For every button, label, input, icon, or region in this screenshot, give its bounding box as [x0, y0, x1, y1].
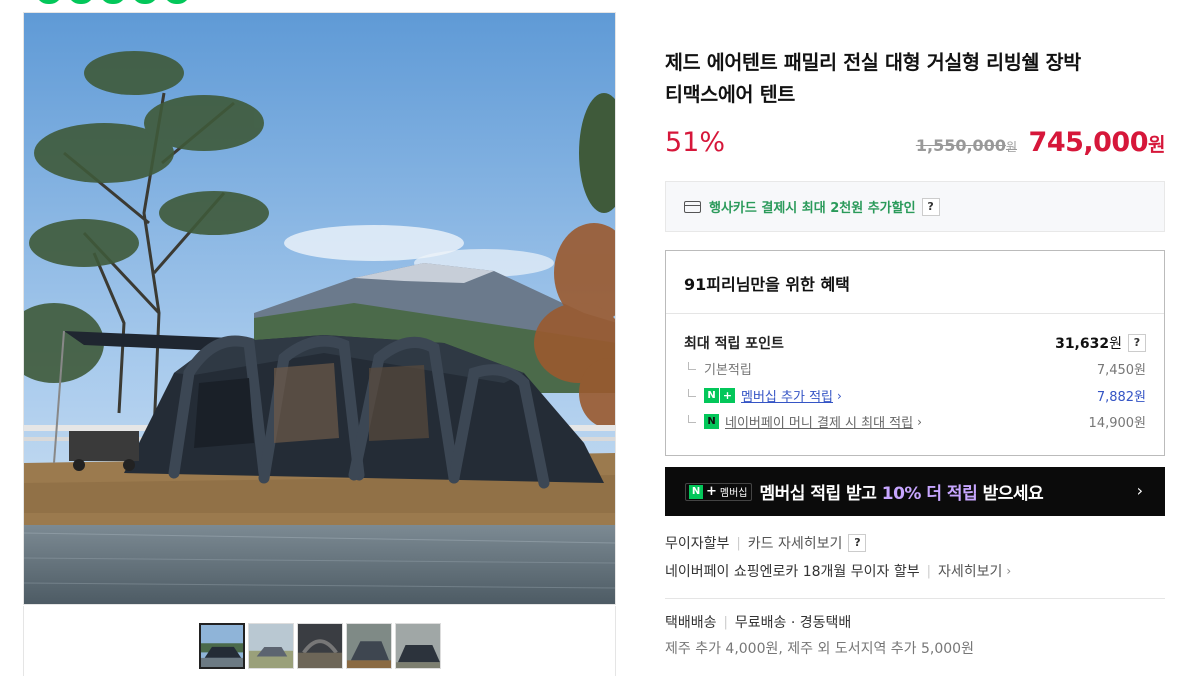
main-product-photo[interactable]	[23, 12, 616, 605]
chevron-right-icon: ›	[1006, 564, 1012, 578]
thumbnail-1[interactable]	[199, 623, 245, 669]
naver-plus-membership-badge: N + 멤버십	[685, 482, 752, 501]
chevron-right-icon: ›	[917, 414, 922, 429]
card-promo-text: 행사카드 결제시 최대 2천원 추가할인	[709, 201, 916, 216]
naver-plus-membership-icon: N +	[704, 388, 735, 403]
membership-points-row: N + 멤버십 추가 적립 › 7,882원	[684, 386, 1146, 405]
thumbnail-2[interactable]	[248, 623, 294, 669]
naver-pay-icon: N	[704, 414, 719, 429]
mb-n-glyph: N	[689, 484, 703, 499]
benefits-title: 91피리님만을 위한 혜택	[684, 275, 850, 294]
tent-photo-illustration	[24, 13, 615, 604]
credit-card-icon	[684, 200, 701, 213]
npay-points-row: N 네이버페이 머니 결제 시 최대 적립 › 14,900원	[684, 412, 1146, 431]
base-points-label-text: 기본적립	[704, 363, 752, 378]
shipping-extra-row: 제주 추가 4,000원, 제주 외 도서지역 추가 5,000원	[665, 638, 974, 658]
max-points-row: 최대 적립 포인트 31,632원 ?	[684, 333, 1146, 353]
chevron-right-icon: ›	[1136, 481, 1143, 500]
shipping-type: 택배배송	[665, 615, 717, 631]
card-promo-help-button[interactable]: ?	[921, 197, 940, 216]
card-detail-link[interactable]: 카드 자세히보기	[748, 533, 843, 553]
card-discount-promo[interactable]: 행사카드 결제시 최대 2천원 추가할인 ?	[665, 181, 1165, 232]
mb-text-highlight: 10% 더 적립	[881, 484, 978, 504]
original-price-currency: 원	[1005, 140, 1017, 154]
membership-banner-text: 멤버십 적립 받고 10% 더 적립 받으세요	[760, 479, 1044, 504]
installment-row: 무이자할부 | 카드 자세히보기 ?	[665, 533, 867, 553]
npay-installment-row: 네이버페이 쇼핑엔로카 18개월 무이자 할부 | 자세히보기 ›	[665, 561, 1011, 581]
shipping-extra-fee: 제주 추가 4,000원, 제주 외 도서지역 추가 5,000원	[665, 641, 974, 657]
membership-points-link[interactable]: 멤버십 추가 적립	[741, 386, 833, 405]
price-row: 51% 1,550,000원 745,000원	[665, 127, 1165, 167]
nplus-plus-glyph: +	[720, 388, 735, 403]
installment-label: 무이자할부	[665, 536, 730, 552]
membership-points-value: 7,882원	[1096, 390, 1146, 405]
nplus-n-glyph: N	[704, 388, 719, 403]
product-title-line-2: 티맥스에어 텐트	[665, 83, 795, 106]
thumbnail-5[interactable]	[395, 623, 441, 669]
shipping-info: 무료배송 · 경동택배	[734, 615, 852, 631]
base-points-row: 기본적립 7,450원	[684, 359, 1146, 378]
thumbnail-3[interactable]	[297, 623, 343, 669]
npay-installment-detail-link[interactable]: 자세히보기	[938, 561, 1002, 581]
chevron-right-icon: ›	[837, 388, 842, 403]
max-points-value: 31,632원	[1055, 333, 1122, 353]
section-divider	[665, 598, 1165, 599]
product-gallery	[0, 0, 640, 676]
divider: |	[736, 535, 741, 551]
thumbnail-strip	[23, 606, 616, 676]
max-points-help-button[interactable]: ?	[1128, 334, 1146, 352]
membership-points-label: N + 멤버십 추가 적립 ›	[684, 386, 842, 405]
divider: |	[926, 563, 931, 579]
npay-points-link[interactable]: 네이버페이 머니 결제 시 최대 적립	[725, 412, 913, 431]
mb-plus-glyph: +	[706, 484, 717, 499]
npay-points-label: N 네이버페이 머니 결제 시 최대 적립 ›	[684, 412, 922, 431]
mb-text-pre: 멤버십 적립 받고	[759, 484, 882, 504]
base-points-value: 7,450원	[1096, 363, 1146, 378]
max-points-number: 31,632	[1055, 336, 1110, 352]
mb-text-post: 받으세요	[977, 484, 1044, 504]
sale-price-value: 745,000	[1028, 127, 1149, 158]
member-benefits-box: 91피리님만을 위한 혜택 최대 적립 포인트 31,632원 ? 기본적립 7…	[665, 250, 1165, 456]
max-points-currency: 원	[1109, 336, 1122, 352]
shipping-row: 택배배송 | 무료배송 · 경동택배	[665, 612, 851, 632]
benefits-divider	[666, 313, 1164, 314]
divider: |	[723, 614, 728, 630]
original-price-value: 1,550,000	[915, 136, 1006, 155]
product-title: 제드 에어텐트 패밀리 전실 대형 거실형 리빙쉘 장박 티맥스에어 텐트	[665, 47, 1165, 111]
npay-installment-text: 네이버페이 쇼핑엔로카 18개월 무이자 할부	[665, 564, 920, 580]
max-points-label: 최대 적립 포인트	[684, 336, 784, 352]
mb-badge-text: 멤버십	[719, 488, 748, 499]
installment-help-button[interactable]: ?	[848, 534, 867, 552]
membership-promo-banner[interactable]: N + 멤버십 멤버십 적립 받고 10% 더 적립 받으세요 ›	[665, 467, 1165, 516]
base-points-label: 기본적립	[684, 359, 752, 378]
product-title-line-1: 제드 에어텐트 패밀리 전실 대형 거실형 리빙쉘 장박	[665, 51, 1081, 74]
npay-points-value: 14,900원	[1088, 416, 1146, 431]
sale-price-currency: 원	[1148, 134, 1165, 156]
discount-rate: 51%	[665, 127, 726, 158]
original-price: 1,550,000원	[916, 136, 1017, 155]
thumbnail-4[interactable]	[346, 623, 392, 669]
sale-price: 745,000원	[1028, 127, 1166, 158]
